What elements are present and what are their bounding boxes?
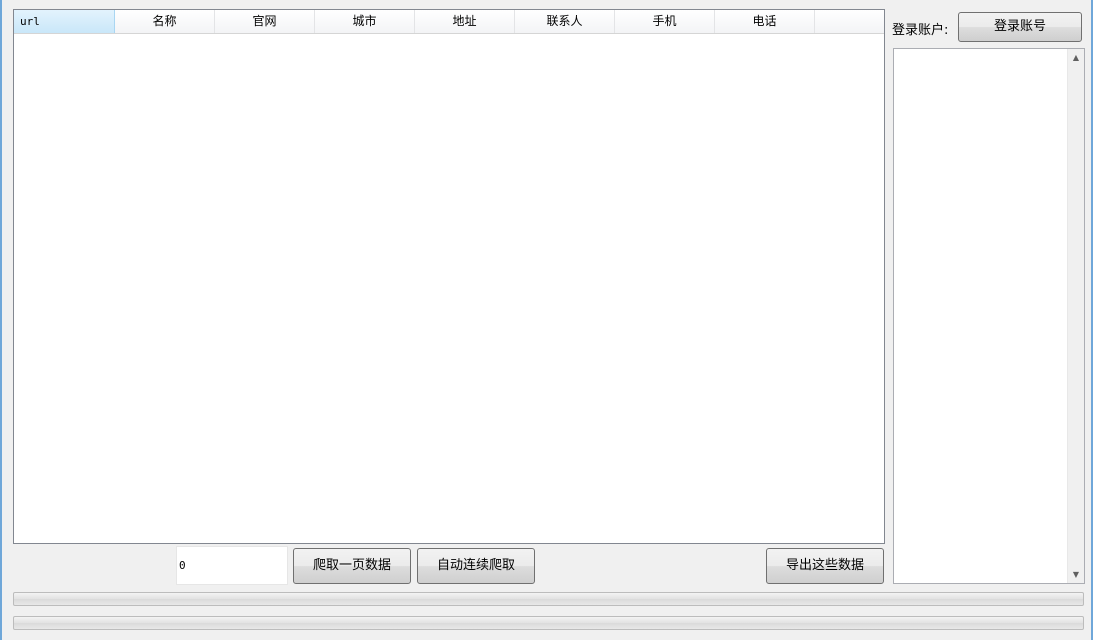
- column-header-name[interactable]: 名称: [115, 10, 215, 33]
- column-header-contact[interactable]: 联系人: [515, 10, 615, 33]
- export-data-button[interactable]: 导出这些数据: [766, 548, 884, 584]
- window-frame-left: [0, 0, 2, 640]
- auto-crawl-button[interactable]: 自动连续爬取: [417, 548, 535, 584]
- column-header-city[interactable]: 城市: [315, 10, 415, 33]
- list-header: url 名称 官网 城市 地址 联系人 手机 电话: [14, 10, 884, 34]
- login-button[interactable]: 登录账号: [958, 12, 1082, 42]
- column-header-address[interactable]: 地址: [415, 10, 515, 33]
- progress-bar-2: [13, 616, 1084, 630]
- results-list-view[interactable]: url 名称 官网 城市 地址 联系人 手机 电话: [13, 9, 885, 544]
- scroll-up-icon[interactable]: ▲: [1068, 49, 1084, 66]
- log-scrollbar[interactable]: ▲ ▼: [1067, 49, 1084, 583]
- scroll-down-icon[interactable]: ▼: [1068, 566, 1084, 583]
- progress-bar-1: [13, 592, 1084, 606]
- page-number-input[interactable]: [176, 546, 288, 585]
- column-header-website[interactable]: 官网: [215, 10, 315, 33]
- login-account-label: 登录账户:: [892, 23, 949, 38]
- column-header-mobile[interactable]: 手机: [615, 10, 715, 33]
- log-textbox[interactable]: ▲ ▼: [893, 48, 1085, 584]
- column-header-phone[interactable]: 电话: [715, 10, 815, 33]
- column-header-url[interactable]: url: [14, 10, 115, 33]
- crawl-one-page-button[interactable]: 爬取一页数据: [293, 548, 411, 584]
